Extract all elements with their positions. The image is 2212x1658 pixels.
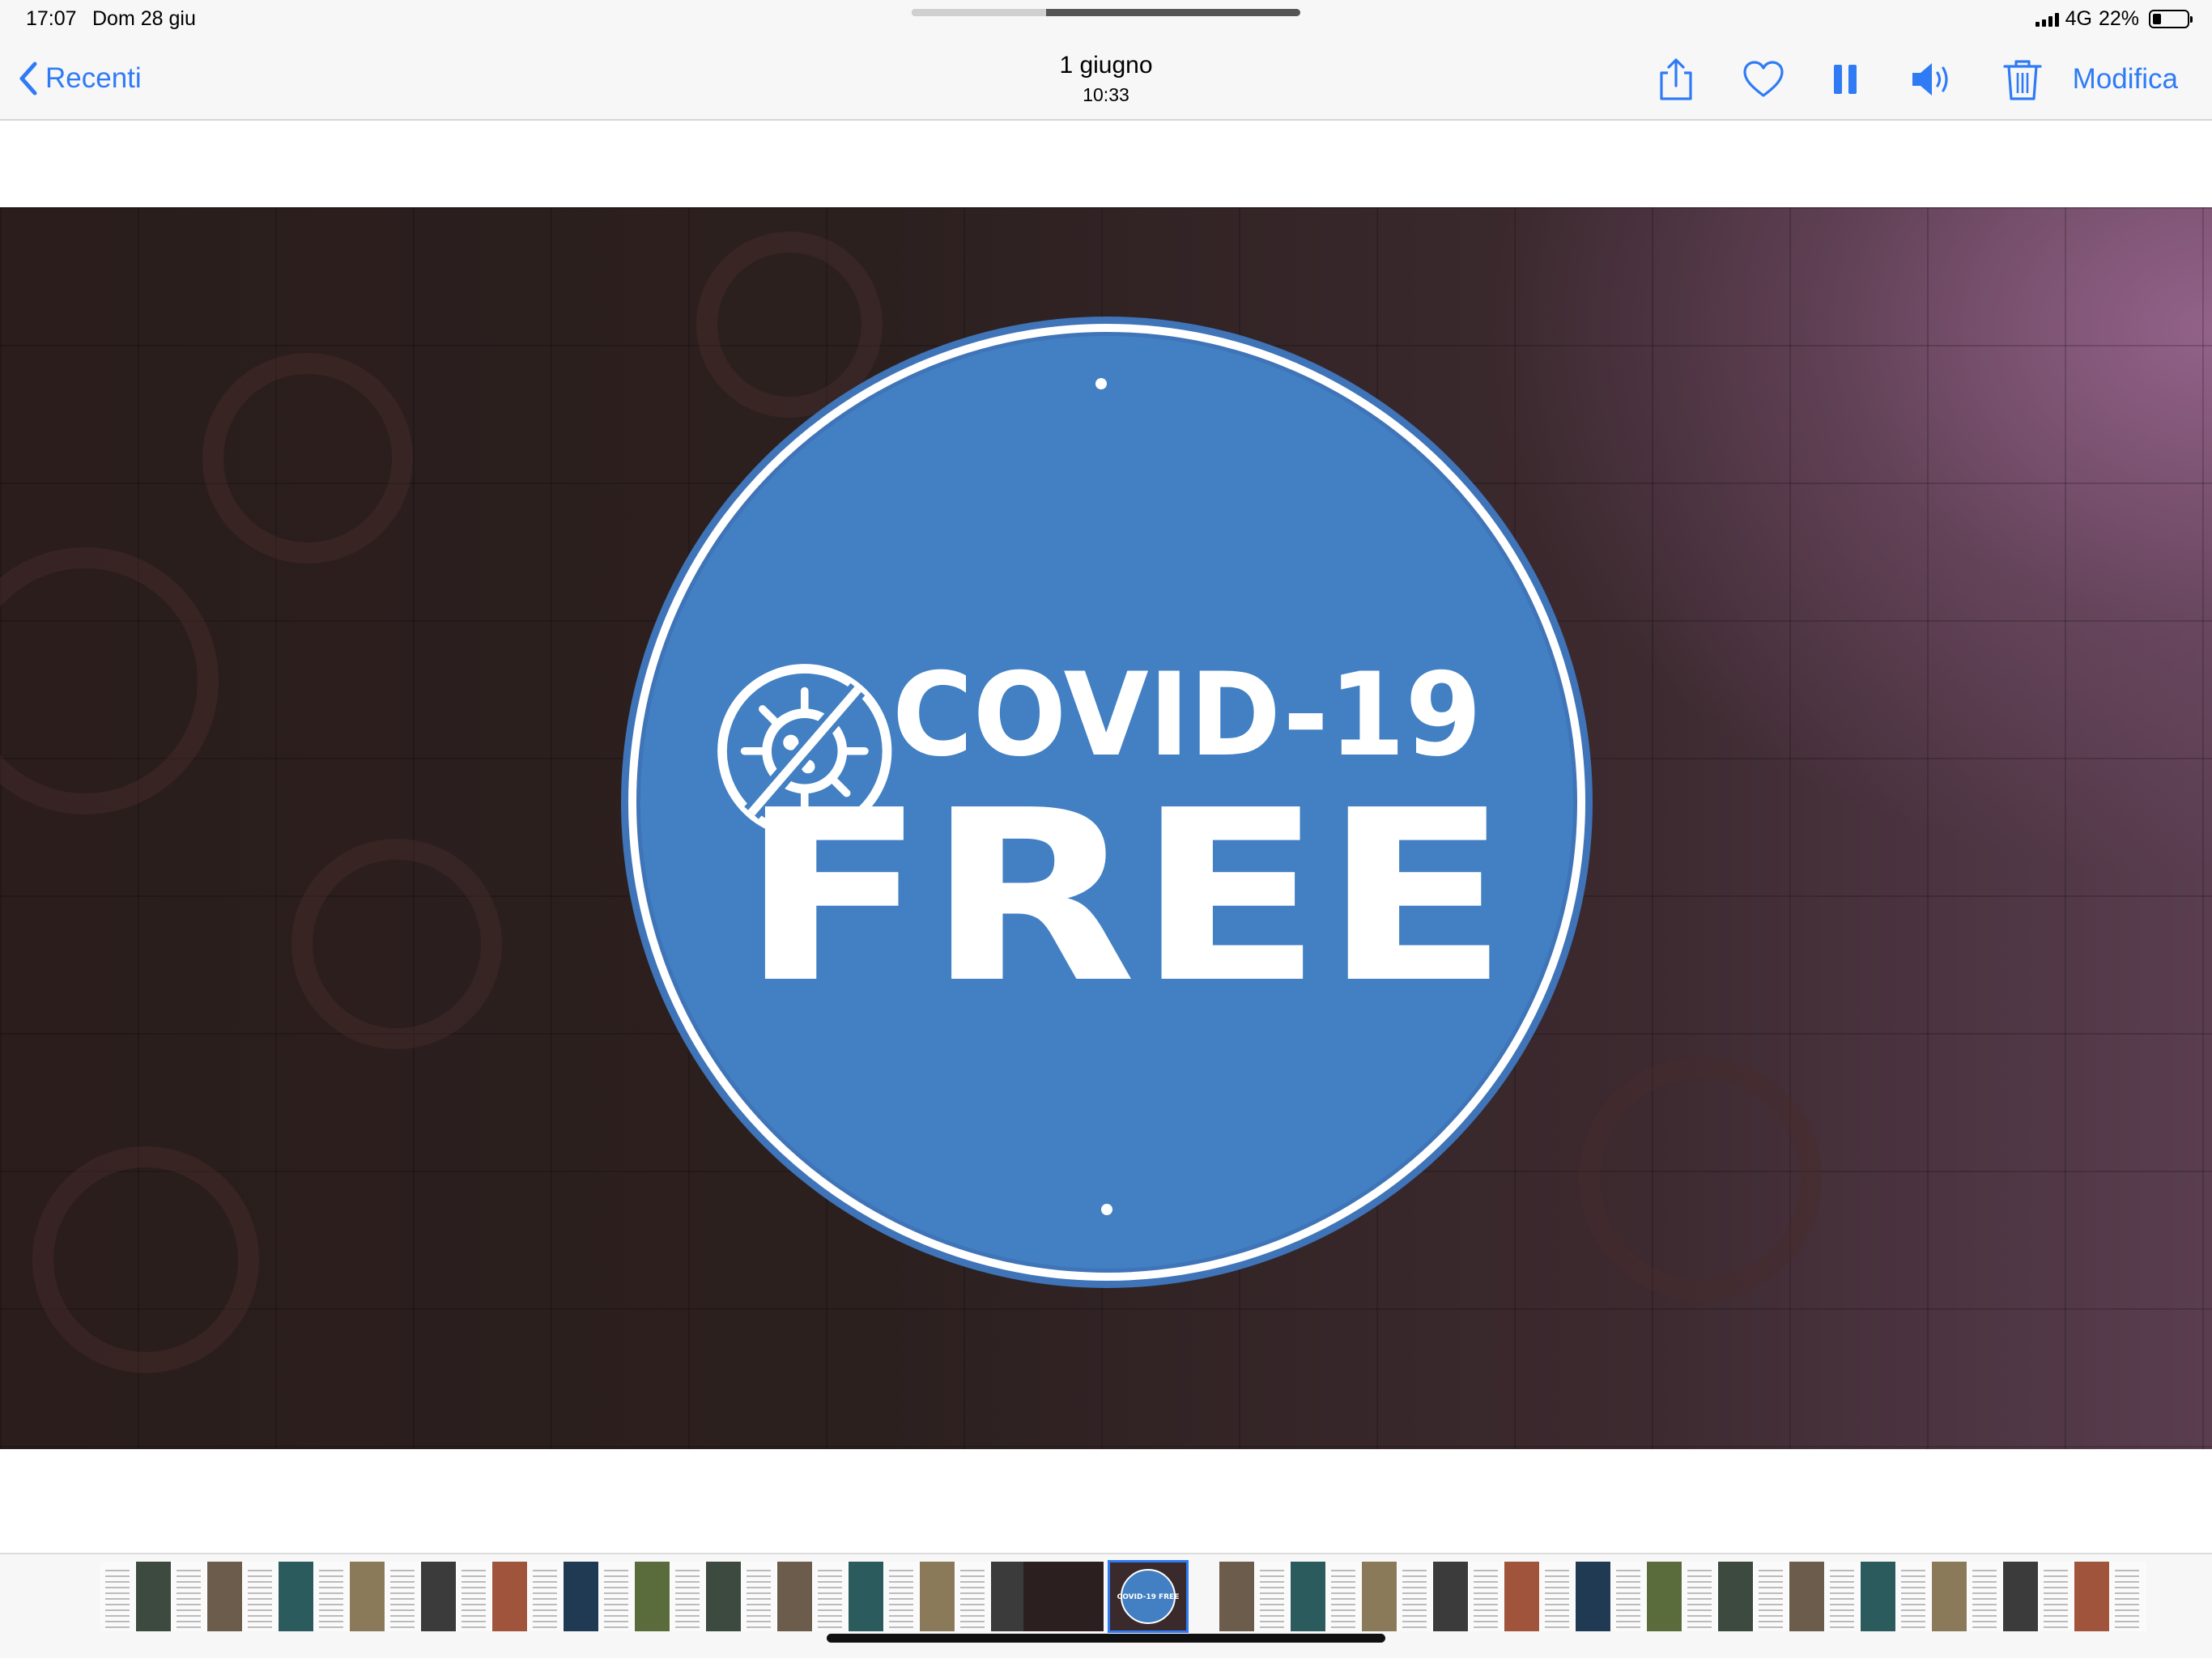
photo-thumbnail[interactable]: [1576, 1562, 1611, 1631]
nav-subtitle: 10:33: [1083, 84, 1129, 105]
chevron-left-icon: [19, 62, 37, 96]
photo-thumbnail[interactable]: [1255, 1562, 1291, 1631]
photo-thumbnail[interactable]: [350, 1562, 385, 1631]
photo-thumbnail[interactable]: [1682, 1562, 1718, 1631]
photo-thumbnail[interactable]: [457, 1562, 492, 1631]
photo-thumbnail[interactable]: [670, 1562, 706, 1631]
photo-thumbnail[interactable]: [100, 1562, 136, 1631]
covid-free-thumbnail-image: COVID-19 FREE: [1117, 1569, 1180, 1624]
pause-icon[interactable]: [1822, 57, 1870, 102]
sign-line-free: FREE: [740, 759, 1509, 1035]
photo-thumbnail[interactable]: [955, 1562, 991, 1631]
photo-thumbnail[interactable]: [314, 1562, 350, 1631]
photo-thumbnail[interactable]: [742, 1562, 777, 1631]
photo-thumbnail[interactable]: [1861, 1562, 1896, 1631]
photo-thumbnail[interactable]: [1647, 1562, 1682, 1631]
network-type: 4G: [2065, 7, 2092, 30]
photo-thumbnail[interactable]: [1967, 1562, 2003, 1631]
battery-percent: 22%: [2098, 7, 2139, 30]
cellular-signal-icon: [2035, 12, 2059, 27]
photo-thumbnail[interactable]: [884, 1562, 920, 1631]
edit-button[interactable]: Modifica: [2073, 63, 2178, 96]
photo-thumbnail[interactable]: [1789, 1562, 1825, 1631]
trash-icon[interactable]: [1998, 57, 2047, 102]
share-icon[interactable]: [1652, 57, 1700, 102]
photo-thumbnail[interactable]: [2039, 1562, 2074, 1631]
photo-thumbnail[interactable]: [528, 1562, 564, 1631]
photo-thumbnail[interactable]: [2003, 1562, 2039, 1631]
status-indicators: 4G 22%: [2035, 7, 2193, 31]
photo-thumbnail[interactable]: [777, 1562, 813, 1631]
photo-thumbnail[interactable]: [421, 1562, 457, 1631]
selected-photo-thumbnail[interactable]: COVID-19 FREE: [1108, 1560, 1189, 1633]
photo-thumbnail[interactable]: [1362, 1562, 1397, 1631]
photo-thumbnail[interactable]: [1504, 1562, 1540, 1631]
photo-thumbnail[interactable]: [599, 1562, 635, 1631]
photo-thumbnail[interactable]: [706, 1562, 742, 1631]
heart-icon[interactable]: [1739, 57, 1788, 102]
photo-thumbnail[interactable]: [172, 1562, 207, 1631]
photo-thumbnail[interactable]: [1718, 1562, 1754, 1631]
photo-thumbnail[interactable]: [635, 1562, 670, 1631]
photo-thumbnail[interactable]: [1433, 1562, 1469, 1631]
multitasking-handle[interactable]: [912, 9, 1300, 16]
navigation-bar: Recenti 1 giugno 10:33 Modifica: [0, 39, 2212, 121]
photo-thumbnail[interactable]: [279, 1562, 314, 1631]
photo-thumbnail[interactable]: [136, 1562, 172, 1631]
status-date: Dom 28 giu: [92, 7, 196, 30]
photo-thumbnail[interactable]: [1291, 1562, 1326, 1631]
status-bar: 17:07 Dom 28 giu 4G 22%: [0, 0, 2212, 39]
status-time: 17:07: [26, 7, 77, 30]
photo-thumbnail[interactable]: [1397, 1562, 1433, 1631]
photo-thumbnail[interactable]: [564, 1562, 599, 1631]
battery-icon: [2149, 10, 2193, 28]
photo-thumbnail[interactable]: [1825, 1562, 1861, 1631]
background-shape: [202, 353, 413, 563]
photo-thumbnail[interactable]: [1754, 1562, 1789, 1631]
photo-thumbnail[interactable]: [1469, 1562, 1504, 1631]
photo-date-title: 1 giugno 10:33: [944, 52, 1268, 106]
back-button[interactable]: Recenti: [18, 58, 142, 99]
photo-thumbnail[interactable]: [849, 1562, 884, 1631]
photo-thumbnail[interactable]: [920, 1562, 955, 1631]
photo-thumbnail[interactable]: [2110, 1562, 2146, 1631]
background-shape: [32, 1146, 259, 1373]
photo-viewer[interactable]: COVID-19 FREE: [0, 207, 2212, 1449]
covid-free-sign: COVID-19 FREE: [621, 317, 1593, 1288]
photo-thumbnail[interactable]: [813, 1562, 849, 1631]
photo-thumbnail[interactable]: [492, 1562, 528, 1631]
photo-thumbnail[interactable]: [991, 1562, 1027, 1631]
photo-thumbnail[interactable]: [1023, 1562, 1104, 1631]
photo-thumbnail[interactable]: [385, 1562, 421, 1631]
svg-text:COVID-19 FREE: COVID-19 FREE: [1117, 1593, 1180, 1601]
photo-thumbnail[interactable]: [207, 1562, 243, 1631]
photo-thumbnail[interactable]: [1611, 1562, 1647, 1631]
photo-thumbnail[interactable]: [1219, 1562, 1255, 1631]
photo-thumbnail[interactable]: [2074, 1562, 2110, 1631]
background-shape: [1579, 1057, 1822, 1300]
home-indicator[interactable]: [827, 1634, 1385, 1643]
nav-title: 1 giugno: [1059, 52, 1153, 79]
back-button-label: Recenti: [45, 62, 142, 94]
photo-thumbnail[interactable]: [243, 1562, 279, 1631]
background-shape: [291, 839, 502, 1049]
photo-thumbnail[interactable]: [1326, 1562, 1362, 1631]
photo-thumbnail[interactable]: [1932, 1562, 1967, 1631]
photo-thumbnail[interactable]: [1896, 1562, 1932, 1631]
photo-thumbnail[interactable]: [1540, 1562, 1576, 1631]
speaker-icon[interactable]: [1908, 57, 1956, 102]
